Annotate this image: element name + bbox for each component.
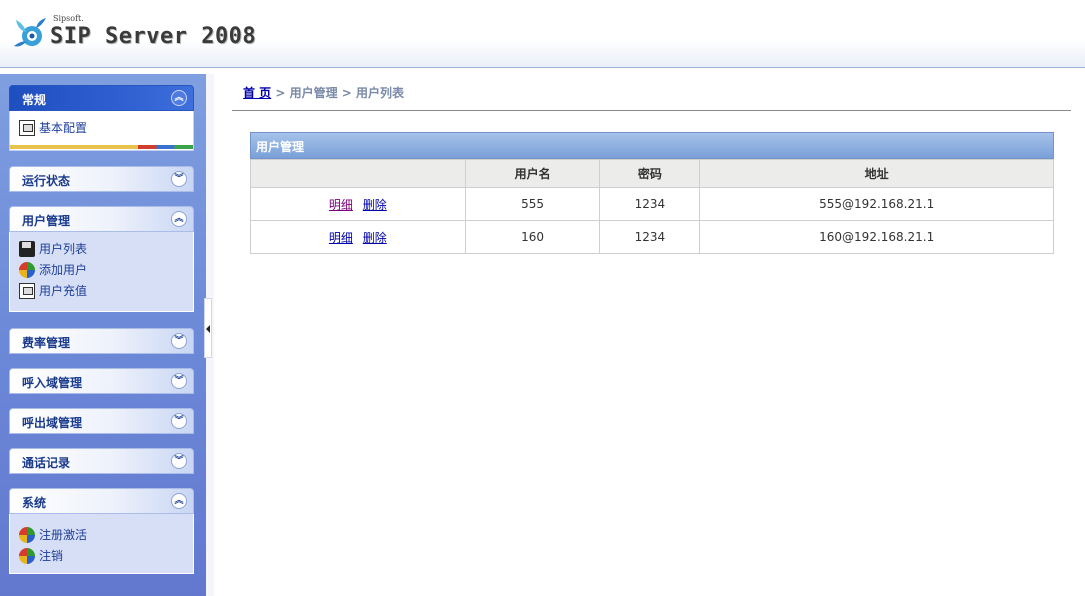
panel-outbound-domain: 呼出域管理 ︾ [9,408,194,434]
app-header: Sipsoft. SIP Server 2008 [0,0,1085,68]
panel-inbound-domain-title: 呼入域管理 [22,376,83,390]
panel-system-body: 注册激活 注销 [9,514,194,574]
sidebar-item-label: 用户列表 [39,242,88,256]
color-strip [10,145,193,149]
user-grid: 用户管理 用户名 密码 地址 明细 删除 555 1234 555@192.16… [250,132,1054,254]
brand-company: Sipsoft. [53,14,84,23]
collapse-sidebar-handle[interactable] [204,298,212,358]
breadcrumb-home-link[interactable]: 首 页 [243,86,271,100]
arrow-left-icon [206,325,210,333]
panel-general-title: 常规 [22,93,47,107]
panel-inbound-domain-header[interactable]: 呼入域管理 ︾ [9,368,194,394]
detail-link[interactable]: 明细 [329,198,353,212]
address-cell: 160@192.168.21.1 [699,220,1054,254]
panel-runtime-header[interactable]: 运行状态 ︾ [9,166,194,192]
chevron-up-icon[interactable]: ︽ [171,90,187,106]
sidebar-item-basic-config[interactable]: 基本配置 [10,117,193,138]
chevron-up-icon[interactable]: ︽ [171,493,187,509]
brand-title: SIP Server 2008 [50,24,257,49]
panel-call-records-title: 通话记录 [22,456,71,470]
username-cell: 160 [464,220,601,254]
logo-icon [14,18,46,47]
panel-user-management-title: 用户管理 [22,214,71,228]
panel-runtime-title: 运行状态 [22,174,71,188]
panel-general-body: 基本配置 [9,111,194,151]
panel-user-management-body: 用户列表 添加用户 用户充值 [9,232,194,312]
breadcrumb-level2: 用户列表 [356,86,405,100]
panel-inbound-domain: 呼入域管理 ︾ [9,368,194,394]
table-row: 明细 删除 555 1234 555@192.168.21.1 [250,187,1054,221]
delete-link[interactable]: 删除 [363,198,387,212]
address-cell: 555@192.168.21.1 [699,187,1054,221]
chevron-down-icon[interactable]: ︾ [171,413,187,429]
table-header-row: 用户名 密码 地址 [250,159,1054,188]
panel-rates-header[interactable]: 费率管理 ︾ [9,328,194,354]
panel-call-records-header[interactable]: 通话记录 ︾ [9,448,194,474]
password-cell: 1234 [599,187,701,221]
globe-icon [19,261,35,278]
sidebar-item-register-activate[interactable]: 注册激活 [10,524,193,545]
chevron-down-icon[interactable]: ︾ [171,373,187,389]
row-actions-cell: 明细 删除 [250,187,466,221]
password-cell: 1234 [599,220,701,254]
grid-title: 用户管理 [250,132,1054,159]
panel-system: 系统 ︽ 注册激活 注销 [9,488,194,574]
sidebar-item-label: 注册激活 [39,528,88,542]
chevron-down-icon[interactable]: ︾ [171,171,187,187]
breadcrumb: 首 页 > 用户管理 > 用户列表 [243,84,404,101]
chevron-down-icon[interactable]: ︾ [171,453,187,469]
sidebar-item-user-list[interactable]: 用户列表 [10,238,193,259]
chevron-down-icon[interactable]: ︾ [171,333,187,349]
panel-rates-title: 费率管理 [22,336,71,350]
user-table: 用户名 密码 地址 明细 删除 555 1234 555@192.168.21.… [250,159,1054,254]
panel-runtime: 运行状态 ︾ [9,166,194,192]
config-icon [19,282,35,299]
sidebar-item-label: 用户充值 [39,284,88,298]
globe-icon [19,547,35,564]
disk-icon [19,240,35,257]
panel-outbound-domain-header[interactable]: 呼出域管理 ︾ [9,408,194,434]
config-icon [19,119,35,136]
chevron-up-icon[interactable]: ︽ [171,211,187,227]
detail-link[interactable]: 明细 [329,231,353,245]
table-row: 明细 删除 160 1234 160@192.168.21.1 [250,220,1054,254]
panel-user-management: 用户管理 ︽ 用户列表 添加用户 用户充值 [9,206,194,312]
globe-icon [19,526,35,543]
sidebar: 常规 ︽ 基本配置 运行状态 ︾ 用户管理 ︽ 用户列表 添加用户 用户充值 费… [0,74,206,596]
breadcrumb-separator: > [337,86,357,100]
panel-general: 常规 ︽ 基本配置 [9,85,194,151]
panel-call-records: 通话记录 ︾ [9,448,194,474]
username-cell: 555 [464,187,601,221]
sidebar-item-logout[interactable]: 注销 [10,545,193,566]
sidebar-item-label: 注销 [39,549,64,563]
column-header-actions [250,159,466,188]
panel-general-header[interactable]: 常规 ︽ [9,85,194,111]
row-actions-cell: 明细 删除 [250,220,466,254]
column-header-address: 地址 [699,159,1054,188]
sidebar-item-label: 添加用户 [39,263,88,277]
panel-rates: 费率管理 ︾ [9,328,194,354]
delete-link[interactable]: 删除 [363,231,387,245]
sidebar-item-add-user[interactable]: 添加用户 [10,259,193,280]
panel-user-management-header[interactable]: 用户管理 ︽ [9,206,194,232]
column-header-username: 用户名 [464,159,601,188]
sidebar-item-label: 基本配置 [39,121,88,135]
panel-system-header[interactable]: 系统 ︽ [9,488,194,514]
breadcrumb-separator: > [271,86,290,100]
sidebar-item-user-recharge[interactable]: 用户充值 [10,280,193,301]
panel-outbound-domain-title: 呼出域管理 [22,416,83,430]
column-header-password: 密码 [599,159,701,188]
panel-system-title: 系统 [22,496,47,510]
breadcrumb-level1: 用户管理 [289,86,338,100]
breadcrumb-divider [232,110,1071,111]
